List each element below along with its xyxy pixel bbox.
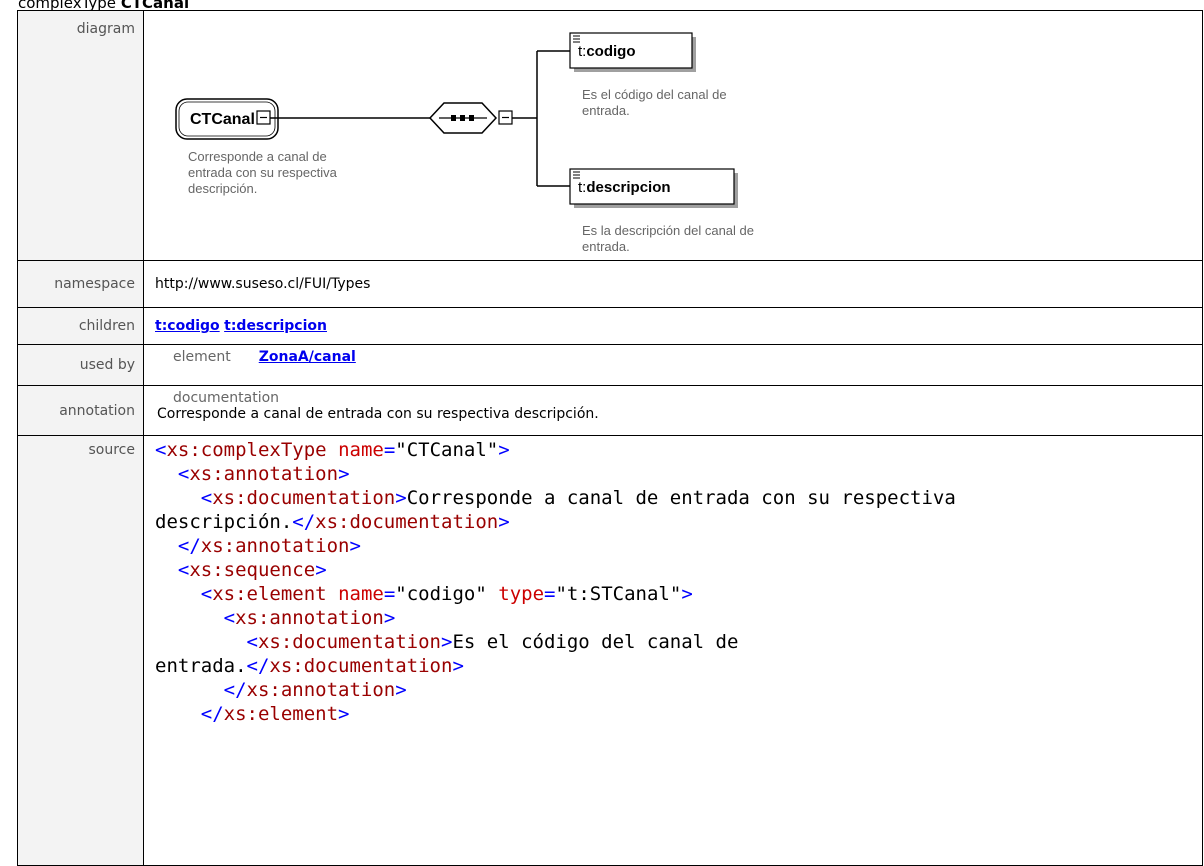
annotation-value: documentation Corresponde a canal de ent… (143, 385, 1203, 436)
descripcion-doc-line1: Es la descripción del canal de (582, 223, 754, 238)
children-row: children t:codigo t:descripcion (17, 307, 1203, 345)
used-by-link[interactable]: ZonaA/canal (259, 349, 356, 365)
ctcanal-collapse-icon[interactable] (256, 110, 271, 125)
annotation-kind: documentation (173, 390, 280, 406)
used-by-row: used by element ZonaA/canal (17, 344, 1203, 386)
child-link-codigo[interactable]: t:codigo (155, 318, 220, 334)
source-label: source (17, 435, 144, 866)
descripcion-name: descripcion (586, 179, 670, 196)
annotation-label: annotation (17, 385, 144, 436)
schema-diagram: CTCanal t:codigo Es el código del canal … (175, 32, 754, 254)
used-by-label: used by (17, 344, 144, 386)
diagram-label: diagram (17, 10, 144, 261)
ctcanal-label: CTCanal (190, 111, 255, 128)
root-doc-line2: entrada con su respectiva (188, 165, 338, 180)
svg-text:entrada con su respectiva: entrada con su respectiva (188, 165, 338, 180)
svg-text:entrada.: entrada. (582, 239, 630, 254)
svg-text:t:descripcion: t:descripcion (578, 179, 671, 196)
codigo-doc-line2: entrada. (582, 103, 630, 118)
annotation-text: Corresponde a canal de entrada con su re… (157, 406, 599, 422)
svg-text:Es el código del canal de: Es el código del canal de (582, 87, 727, 102)
child-link-descripcion[interactable]: t:descripcion (224, 318, 327, 334)
descripcion-doc-line2: entrada. (582, 239, 630, 254)
source-code: <xs:complexType name="CTCanal"> <xs:anno… (155, 439, 956, 725)
namespace-label: namespace (17, 260, 144, 308)
used-by-value: element ZonaA/canal (143, 344, 1203, 386)
annotation-row: annotation documentation Corresponde a c… (17, 385, 1203, 436)
used-by-kind: element (173, 349, 231, 365)
svg-text:entrada.: entrada. (582, 103, 630, 118)
sequence-compositor-icon (428, 102, 498, 134)
children-label: children (17, 307, 144, 345)
source-row: source <xs:complexType name="CTCanal"> <… (17, 435, 1203, 866)
codigo-doc-line1: Es el código del canal de (582, 87, 727, 102)
svg-text:descripción.: descripción. (188, 181, 257, 196)
svg-text:t:codigo: t:codigo (578, 43, 636, 60)
descripcion-prefix: t: (578, 179, 586, 196)
root-doc-line1: Corresponde a canal de (188, 149, 327, 164)
svg-text:Es la descripción del canal de: Es la descripción del canal de (582, 223, 754, 238)
namespace-row: namespace http://www.suseso.cl/FUI/Types (17, 260, 1203, 308)
diagram-cell: CTCanal t:codigo Es el código del canal … (143, 10, 1203, 261)
source-cell: <xs:complexType name="CTCanal"> <xs:anno… (143, 435, 1203, 866)
svg-text:Corresponde a canal de: Corresponde a canal de (188, 149, 327, 164)
sequence-collapse-icon[interactable] (498, 110, 513, 125)
root-doc-line3: descripción. (188, 181, 257, 196)
children-value: t:codigo t:descripcion (143, 307, 1203, 345)
diagram-row: diagram CTCanal t:codigo Es el código de… (17, 10, 1203, 261)
documentation-table: diagram CTCanal t:codigo Es el código de… (17, 10, 1203, 866)
codigo-prefix: t: (578, 43, 586, 60)
namespace-value: http://www.suseso.cl/FUI/Types (143, 260, 1203, 308)
codigo-name: codigo (586, 43, 635, 60)
